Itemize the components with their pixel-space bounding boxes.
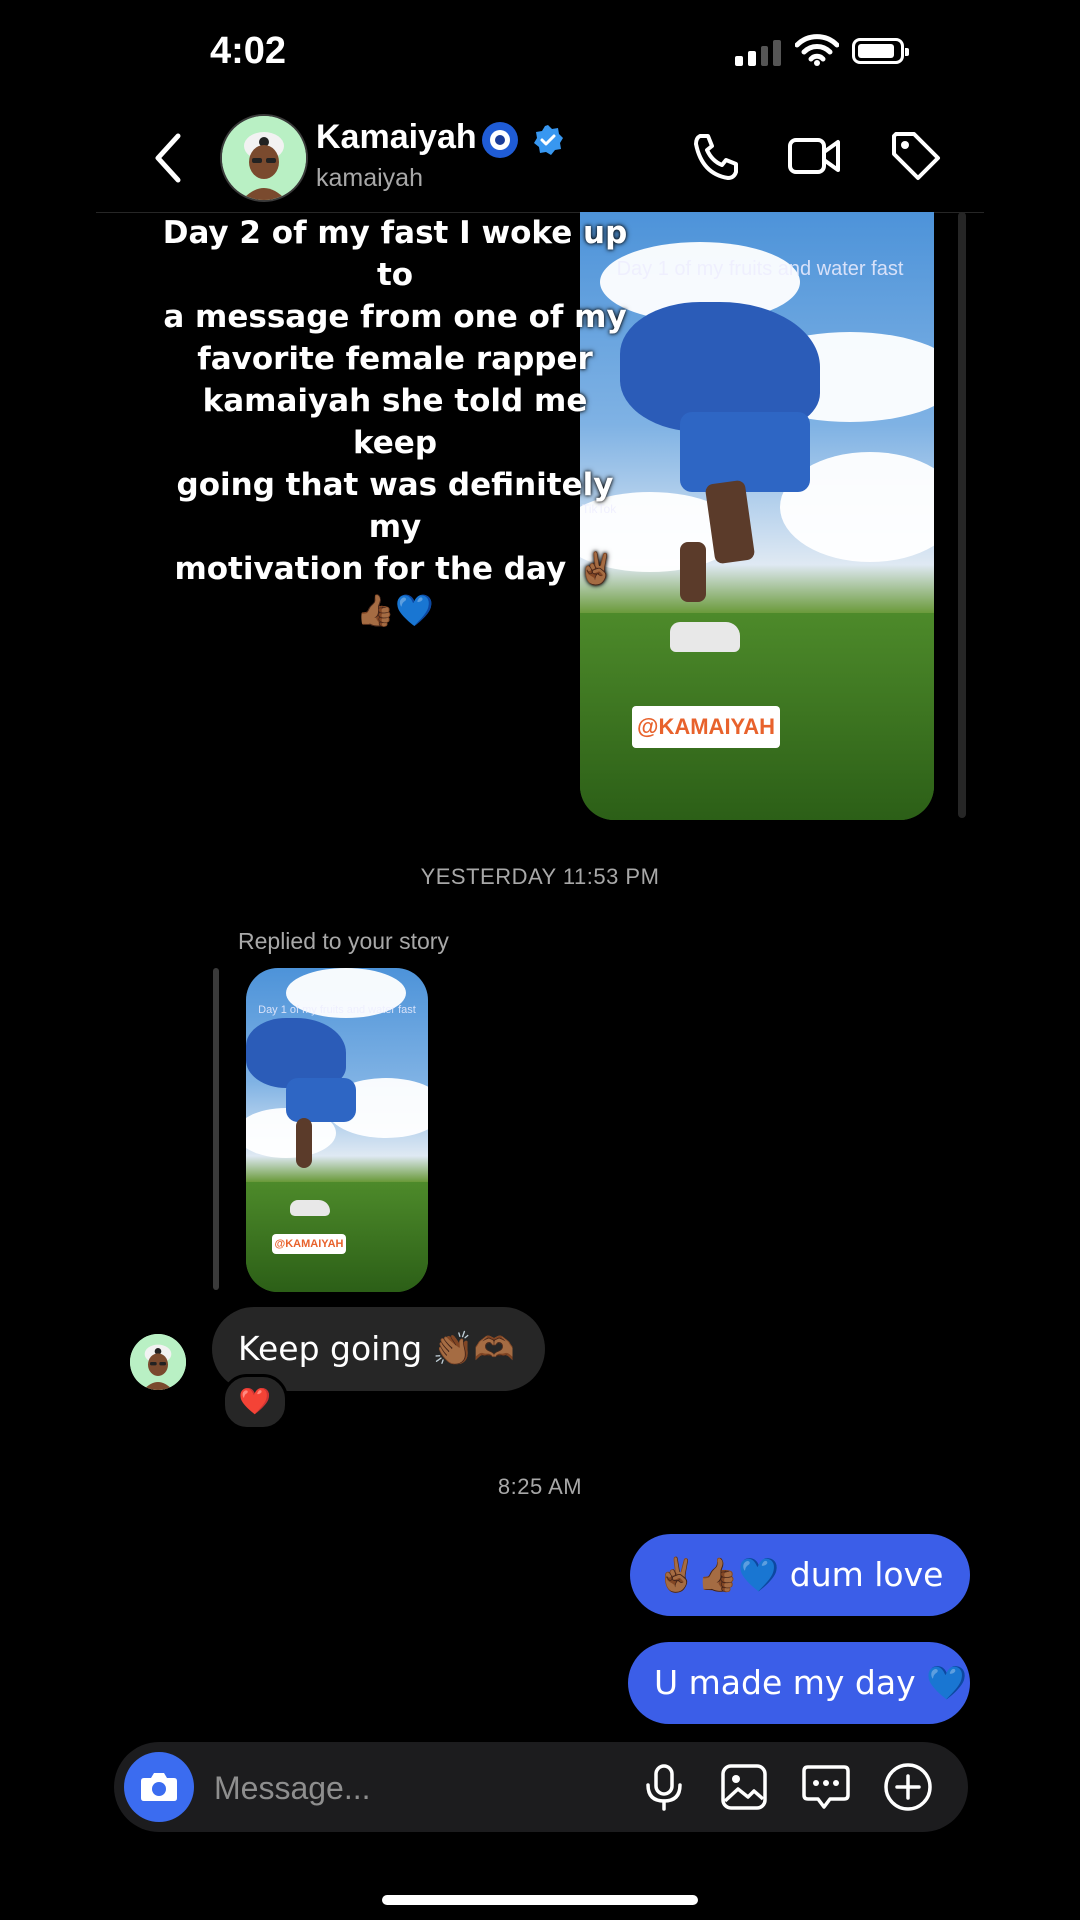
reply-indicator [213,968,219,1290]
shared-story-preview[interactable]: Day 1 of my fruits and water fast TikTok… [580,212,934,820]
outgoing-message-bubble[interactable]: ✌🏾👍🏾💙 dum love [630,1534,970,1616]
story-scroll-track [958,212,966,818]
story-handle-tag: @KAMAIYAH [272,1234,346,1254]
contact-handle[interactable]: kamaiyah [316,164,423,193]
wifi-icon [795,34,839,66]
sticker-message-icon[interactable] [800,1761,852,1813]
story-caption: Day 1 of my fruits and water fast [616,258,904,280]
microphone-icon[interactable] [638,1761,690,1813]
avatar[interactable] [220,114,308,202]
home-indicator[interactable] [382,1895,698,1905]
camera-button[interactable] [124,1752,194,1822]
replied-story-thumbnail[interactable]: Day 1 of my fruits and water fast @KAMAI… [246,968,428,1292]
outgoing-message-bubble[interactable]: U made my day 💙 [628,1642,970,1724]
gallery-icon[interactable] [718,1761,770,1813]
camera-icon [141,1773,177,1801]
battery-icon [852,38,909,64]
message-input[interactable] [212,1767,616,1809]
back-icon[interactable] [150,128,190,188]
phone-icon[interactable] [688,128,744,184]
cellular-signal-icon [735,38,781,66]
reply-label: Replied to your story [238,928,449,954]
story-caption: Day 1 of my fruits and water fast [258,1004,416,1016]
overlay-caption: Day 2 of my fast I woke up to a message … [162,215,628,629]
video-call-icon[interactable] [786,128,842,184]
heart-reaction[interactable]: ❤️ [222,1374,288,1430]
verified-badge-icon [534,125,563,155]
add-icon[interactable] [882,1761,934,1813]
nazar-amulet-icon [482,122,518,158]
status-time: 4:02 [210,30,287,72]
timestamp: 8:25 AM [497,1474,583,1499]
sender-avatar[interactable] [130,1334,186,1390]
tag-icon[interactable] [888,128,944,184]
timestamp: YESTERDAY 11:53 PM [420,864,660,889]
contact-name[interactable]: Kamaiyah [316,118,477,157]
story-handle-tag: @KAMAIYAH [632,706,780,748]
